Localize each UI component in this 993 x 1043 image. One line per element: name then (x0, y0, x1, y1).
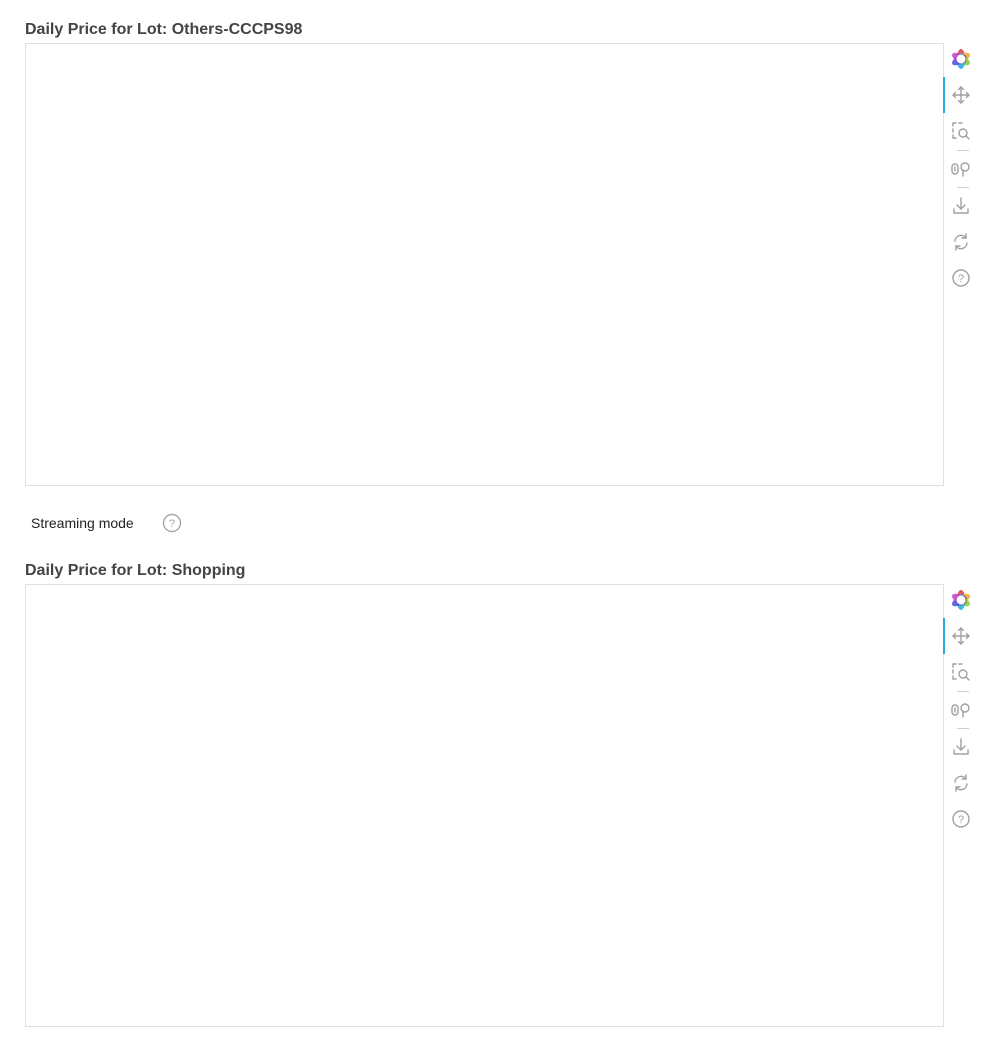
hover-icon (951, 162, 970, 177)
box-zoom-tool[interactable] (943, 113, 979, 149)
svg-text:?: ? (169, 518, 175, 530)
help-icon: ? (162, 513, 181, 533)
page: Daily Price for Lot: Others-CCCPS98 ? St… (0, 0, 993, 1043)
reset-icon (954, 774, 968, 792)
svg-text:?: ? (958, 273, 964, 285)
bokeh-logo-icon[interactable] (943, 41, 979, 77)
plot-title: Daily Price for Lot: Others-CCCPS98 (25, 21, 303, 38)
plot-toolbar: ? (943, 41, 983, 301)
reset-tool[interactable] (943, 224, 979, 260)
help-tool[interactable]: ? (943, 801, 979, 837)
plot-canvas[interactable] (25, 43, 944, 486)
box-zoom-icon (952, 122, 970, 140)
bokeh-logo-icon[interactable] (943, 582, 979, 618)
streaming-mode-label: Streaming mode (31, 515, 134, 531)
svg-text:?: ? (958, 814, 964, 826)
hover-tool[interactable] (943, 151, 979, 187)
plot-2: Daily Price for Lot: Shopping ? (25, 562, 985, 1032)
pan-icon (952, 86, 970, 104)
help-icon: ? (952, 810, 970, 828)
reset-tool[interactable] (943, 765, 979, 801)
streaming-help-button[interactable]: ? (162, 513, 182, 533)
save-icon (953, 738, 969, 755)
help-tool[interactable]: ? (943, 260, 979, 296)
plot-1: Daily Price for Lot: Others-CCCPS98 ? (25, 21, 985, 491)
reset-icon (954, 233, 968, 251)
save-tool[interactable] (943, 188, 979, 224)
box-zoom-tool[interactable] (943, 654, 979, 690)
streaming-mode: Streaming mode ? (31, 513, 182, 533)
plot-title: Daily Price for Lot: Shopping (25, 562, 246, 579)
plot-toolbar: ? (943, 582, 983, 842)
pan-tool[interactable] (943, 77, 979, 113)
pan-tool[interactable] (943, 618, 979, 654)
help-icon: ? (952, 269, 970, 287)
pan-icon (952, 627, 970, 645)
save-tool[interactable] (943, 729, 979, 765)
save-icon (953, 197, 969, 214)
box-zoom-icon (952, 663, 970, 681)
plot-canvas[interactable] (25, 584, 944, 1027)
hover-icon (951, 703, 970, 718)
hover-tool[interactable] (943, 692, 979, 728)
